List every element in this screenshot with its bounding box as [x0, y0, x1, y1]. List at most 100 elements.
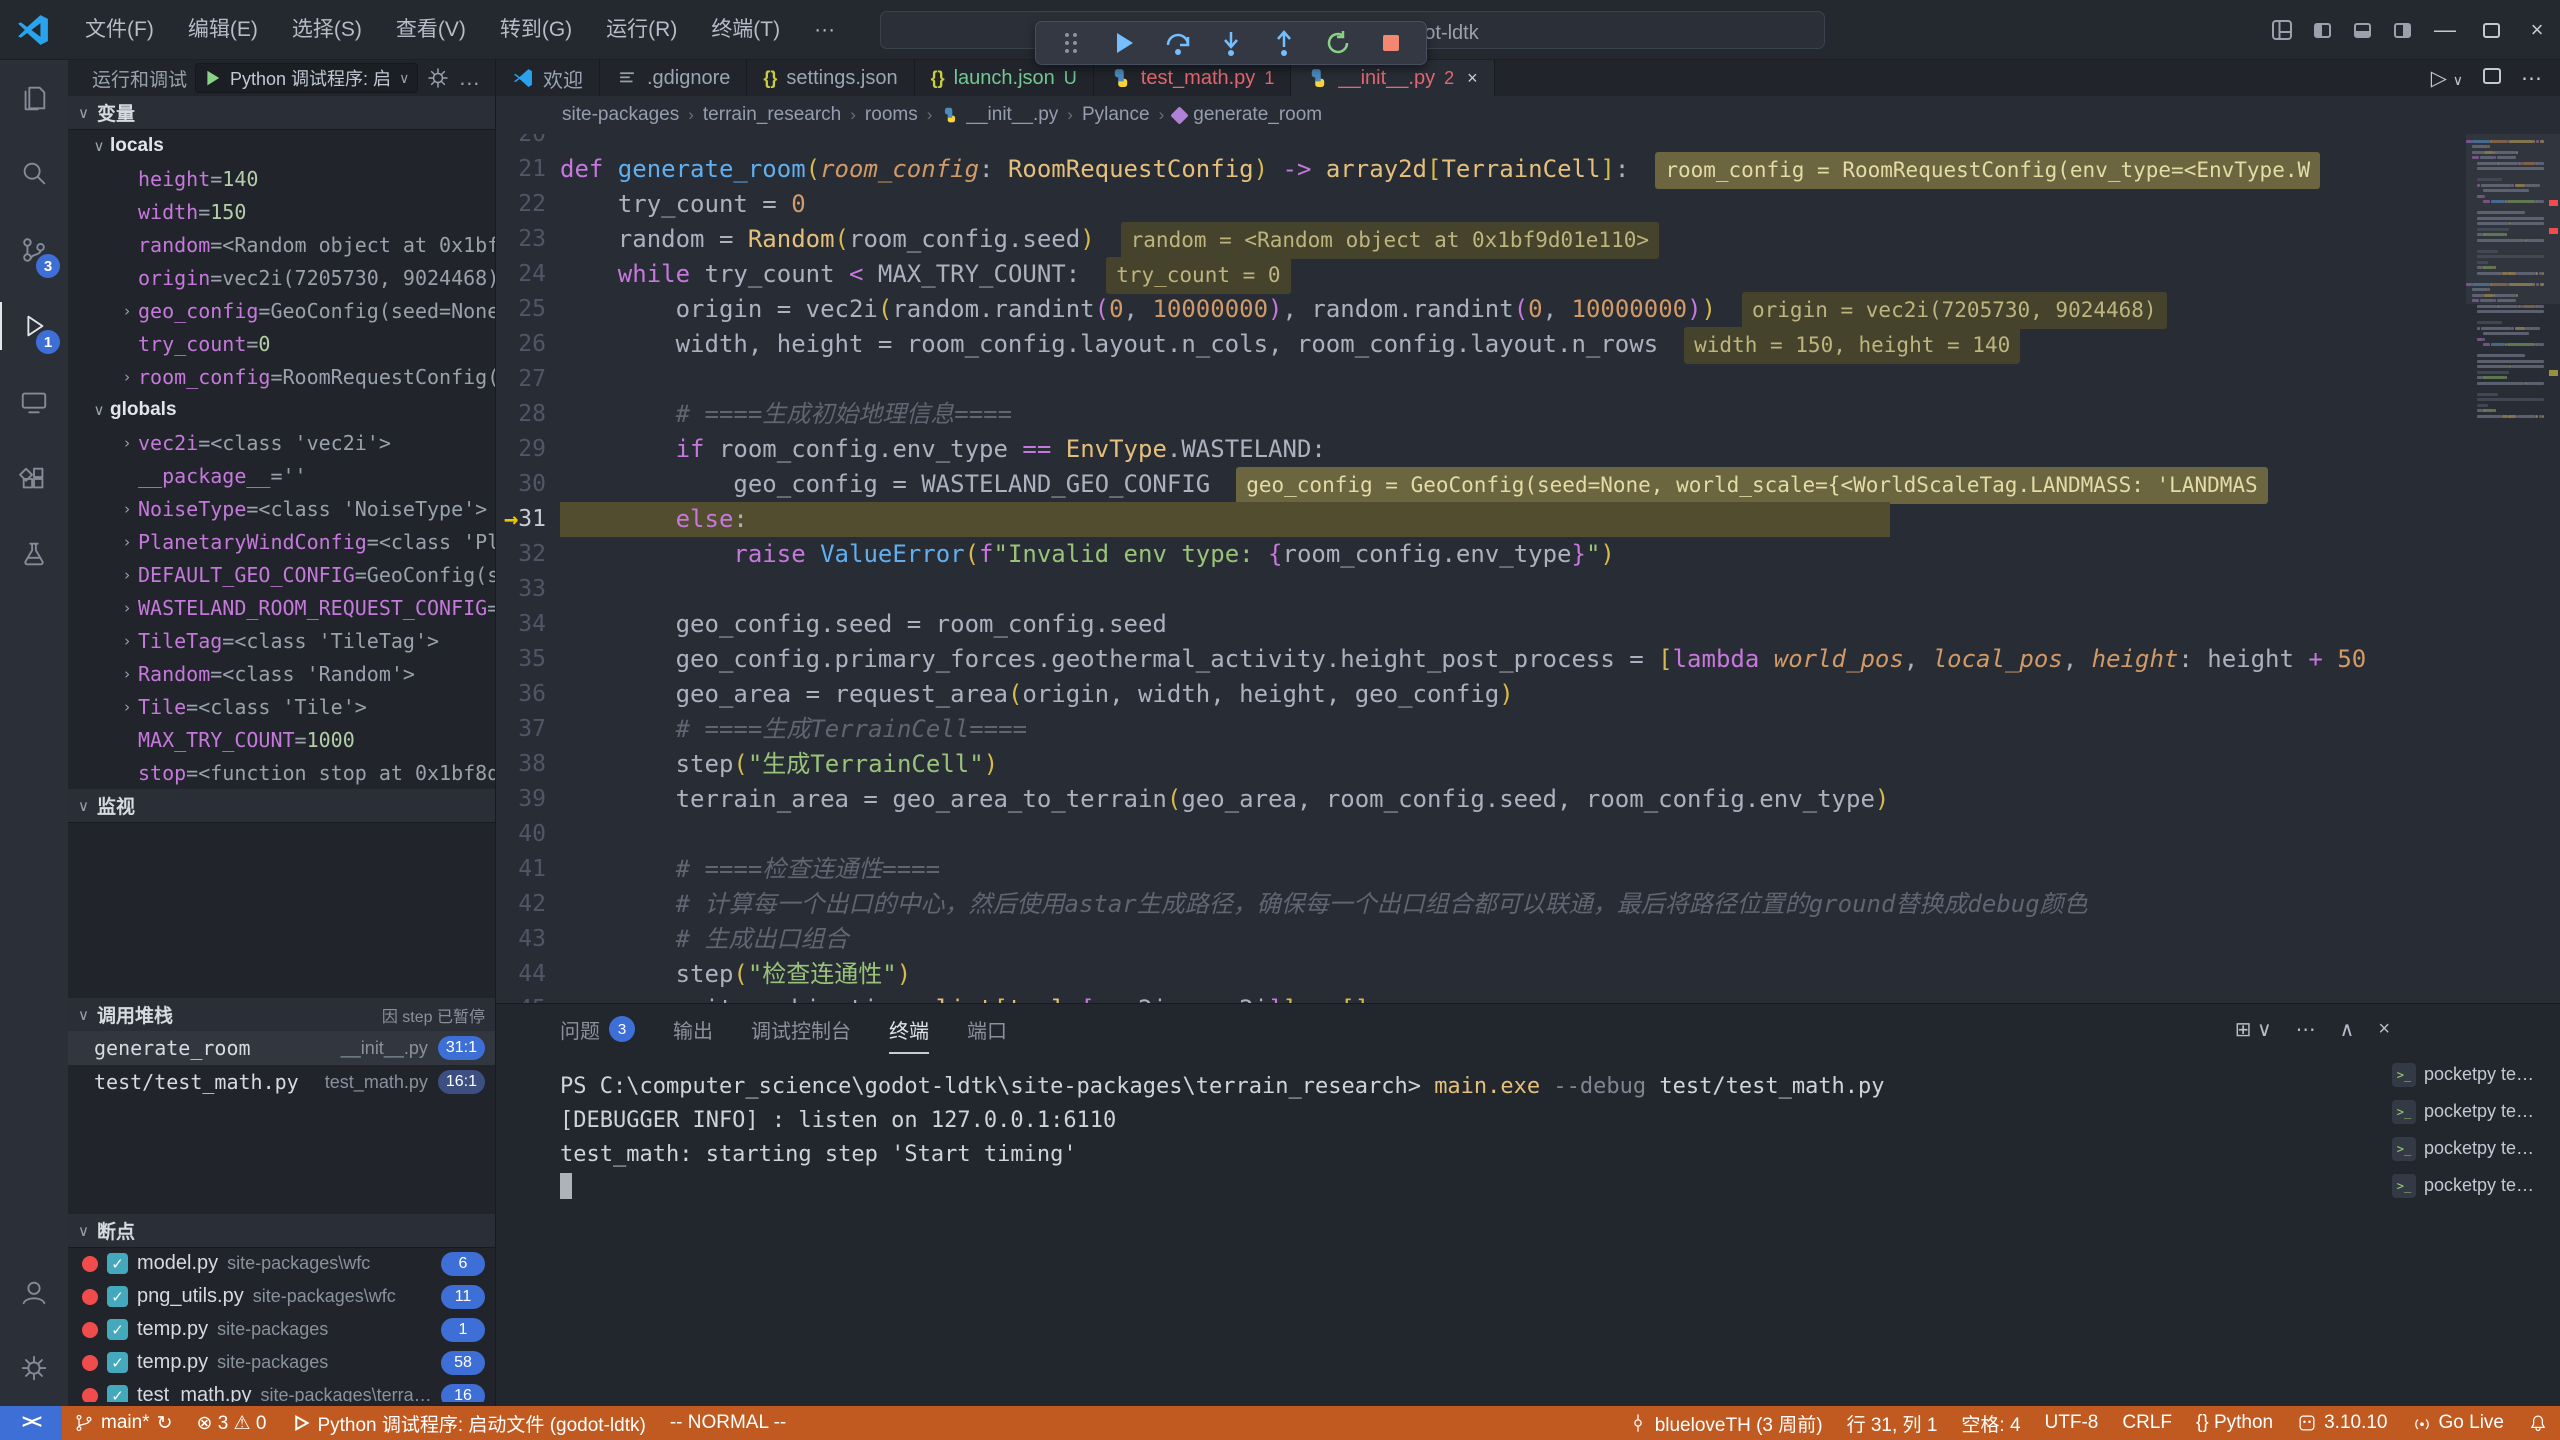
- code-editor[interactable]: 2021def generate_room(room_config: RoomR…: [496, 134, 2560, 1003]
- variable-row[interactable]: ›vec2i = <class 'vec2i'>: [68, 426, 495, 459]
- activity-explorer[interactable]: [0, 60, 68, 136]
- menu-item-0[interactable]: 文件(F): [68, 10, 171, 50]
- step-out-button[interactable]: [1262, 25, 1306, 61]
- breakpoint-checkbox[interactable]: ✓: [107, 1253, 128, 1274]
- python-version[interactable]: 3.10.10: [2285, 1406, 2399, 1440]
- terminal-instance[interactable]: >_pocketpy te…: [2392, 1167, 2554, 1204]
- variable-row[interactable]: __package__ = '': [68, 459, 495, 492]
- notifications[interactable]: [2516, 1406, 2560, 1440]
- panel-tab-端口[interactable]: 端口: [967, 1004, 1007, 1054]
- terminal-instance[interactable]: >_pocketpy te…: [2392, 1056, 2554, 1093]
- customize-layout-icon[interactable]: [2262, 10, 2302, 50]
- remote-indicator[interactable]: ><: [0, 1406, 62, 1440]
- tab-test_math.py[interactable]: test_math.py1: [1094, 60, 1292, 96]
- variable-row[interactable]: origin = vec2i(7205730, 9024468): [68, 261, 495, 294]
- variable-row[interactable]: ›room_config = RoomRequestConfig(env_t…: [68, 360, 495, 393]
- menu-item-1[interactable]: 编辑(E): [171, 10, 275, 50]
- activity-run-and-debug[interactable]: 1: [0, 288, 68, 364]
- more-actions-icon[interactable]: ⋯: [2296, 1017, 2316, 1042]
- toggle-panel-icon[interactable]: [2342, 10, 2382, 50]
- activity-testing[interactable]: [0, 516, 68, 592]
- breakpoint-checkbox[interactable]: ✓: [107, 1352, 128, 1373]
- menu-more-button[interactable]: ···: [797, 10, 852, 50]
- activity-remote-explorer[interactable]: [0, 364, 68, 440]
- breadcrumb-item-rooms[interactable]: rooms: [865, 104, 918, 126]
- callstack-frame[interactable]: test/test_math.pytest_math.py16:1: [68, 1065, 495, 1099]
- breakpoints-section-header[interactable]: ∨断点: [68, 1214, 495, 1247]
- run-python-file-button[interactable]: ▷ ∨: [2431, 66, 2463, 91]
- menu-item-3[interactable]: 查看(V): [379, 10, 483, 50]
- breakpoint-checkbox[interactable]: ✓: [107, 1286, 128, 1307]
- breadcrumb-item-generate_room[interactable]: generate_room: [1173, 104, 1322, 126]
- close-window-button[interactable]: ×: [2514, 0, 2560, 60]
- variable-row[interactable]: ›DEFAULT_GEO_CONFIG = GeoConfig(seed=1…: [68, 558, 495, 591]
- variable-row[interactable]: ›WASTELAND_ROOM_REQUEST_CONFIG = RoomR…: [68, 591, 495, 624]
- tab-settings.json[interactable]: {}settings.json: [747, 60, 914, 96]
- continue-button[interactable]: [1102, 25, 1146, 61]
- debug-settings-gear-icon[interactable]: [426, 66, 450, 90]
- breakpoint-row[interactable]: ✓temp.pysite-packages1: [68, 1313, 495, 1346]
- variables-section-header[interactable]: ∨变量: [68, 96, 495, 129]
- git-branch[interactable]: main*↻: [62, 1406, 185, 1440]
- variable-row[interactable]: ›PlanetaryWindConfig = <class 'Planeta…: [68, 525, 495, 558]
- terminal-instance[interactable]: >_pocketpy te…: [2392, 1130, 2554, 1167]
- callstack-section-header[interactable]: ∨调用堆栈 因 step 已暂停: [68, 998, 495, 1031]
- breakpoint-checkbox[interactable]: ✓: [107, 1319, 128, 1340]
- breadcrumb-item-__init__.py[interactable]: __init__.py: [941, 104, 1058, 126]
- callstack-frame[interactable]: generate_room__init__.py31:1: [68, 1031, 495, 1065]
- problems[interactable]: ⊗ 3 ⚠ 0: [185, 1406, 279, 1440]
- step-into-button[interactable]: [1209, 25, 1253, 61]
- menu-item-4[interactable]: 转到(G): [483, 10, 589, 50]
- step-over-button[interactable]: [1156, 25, 1200, 61]
- panel-tab-调试控制台[interactable]: 调试控制台: [751, 1004, 851, 1054]
- breadcrumb-item-site-packages[interactable]: site-packages: [562, 104, 679, 126]
- variable-row[interactable]: ›Tile = <class 'Tile'>: [68, 690, 495, 723]
- variable-row[interactable]: ›geo_config = GeoConfig(seed=None, wor…: [68, 294, 495, 327]
- variable-row[interactable]: try_count = 0: [68, 327, 495, 360]
- variable-row[interactable]: ›Random = <class 'Random'>: [68, 657, 495, 690]
- tab-.gdignore[interactable]: .gdignore: [600, 60, 747, 96]
- breadcrumb-item-terrain_research[interactable]: terrain_research: [703, 104, 841, 126]
- breakpoint-row[interactable]: ✓test_math.pysite-packages\terrain_res…1…: [68, 1379, 495, 1402]
- variables-group-locals[interactable]: ∨locals: [68, 129, 495, 162]
- variable-row[interactable]: width = 150: [68, 195, 495, 228]
- variable-row[interactable]: ›TileTag = <class 'TileTag'>: [68, 624, 495, 657]
- breakpoint-checkbox[interactable]: ✓: [107, 1385, 128, 1402]
- activity-settings[interactable]: [0, 1330, 68, 1406]
- maximize-button[interactable]: [2468, 0, 2514, 60]
- activity-source-control[interactable]: 3: [0, 212, 68, 288]
- minimize-button[interactable]: —: [2422, 0, 2468, 60]
- menu-item-5[interactable]: 运行(R): [589, 10, 694, 50]
- stop-button[interactable]: [1369, 25, 1413, 61]
- variables-group-globals[interactable]: ∨globals: [68, 393, 495, 426]
- activity-extensions[interactable]: [0, 440, 68, 516]
- tab--[interactable]: 欢迎: [496, 60, 600, 96]
- variable-row[interactable]: ›NoiseType = <class 'NoiseType'>: [68, 492, 495, 525]
- watch-section-header[interactable]: ∨监视: [68, 789, 495, 822]
- activity-accounts[interactable]: [0, 1254, 68, 1330]
- panel-tab-问题[interactable]: 问题3: [560, 1004, 635, 1054]
- go-live[interactable]: Go Live: [2400, 1406, 2516, 1440]
- breakpoint-row[interactable]: ✓temp.pysite-packages58: [68, 1346, 495, 1379]
- minimap[interactable]: [2466, 134, 2546, 494]
- start-debug-icon[interactable]: [204, 69, 222, 87]
- close-panel-icon[interactable]: ×: [2378, 1018, 2390, 1041]
- tab-__init__.py[interactable]: __init__.py2×: [1291, 60, 1494, 96]
- language-mode[interactable]: {} Python: [2184, 1406, 2285, 1440]
- maximize-panel-icon[interactable]: ∧: [2340, 1017, 2355, 1042]
- encoding[interactable]: UTF-8: [2033, 1406, 2111, 1440]
- variable-row[interactable]: height = 140: [68, 162, 495, 195]
- terminal-views-icon[interactable]: ⊞ ∨: [2235, 1017, 2272, 1042]
- menu-item-2[interactable]: 选择(S): [275, 10, 379, 50]
- cursor-position[interactable]: 行 31, 列 1: [1835, 1406, 1950, 1440]
- breakpoint-row[interactable]: ✓png_utils.pysite-packages\wfc11: [68, 1280, 495, 1313]
- eol[interactable]: CRLF: [2110, 1406, 2184, 1440]
- toggle-secondary-sidebar-icon[interactable]: [2382, 10, 2422, 50]
- debug-configuration[interactable]: Python 调试程序: 启动文件 (godot-ldtk): [278, 1406, 657, 1440]
- indentation[interactable]: 空格: 4: [1949, 1406, 2032, 1440]
- terminal-output[interactable]: PS C:\computer_science\godot-ldtk\site-p…: [560, 1070, 2370, 1206]
- split-editor-button[interactable]: [2483, 66, 2501, 90]
- editor-more-actions-button[interactable]: ⋯: [2521, 66, 2542, 91]
- toggle-sidebar-icon[interactable]: [2302, 10, 2342, 50]
- debug-config-dropdown[interactable]: Python 调试程序: 启 ∨: [195, 63, 418, 93]
